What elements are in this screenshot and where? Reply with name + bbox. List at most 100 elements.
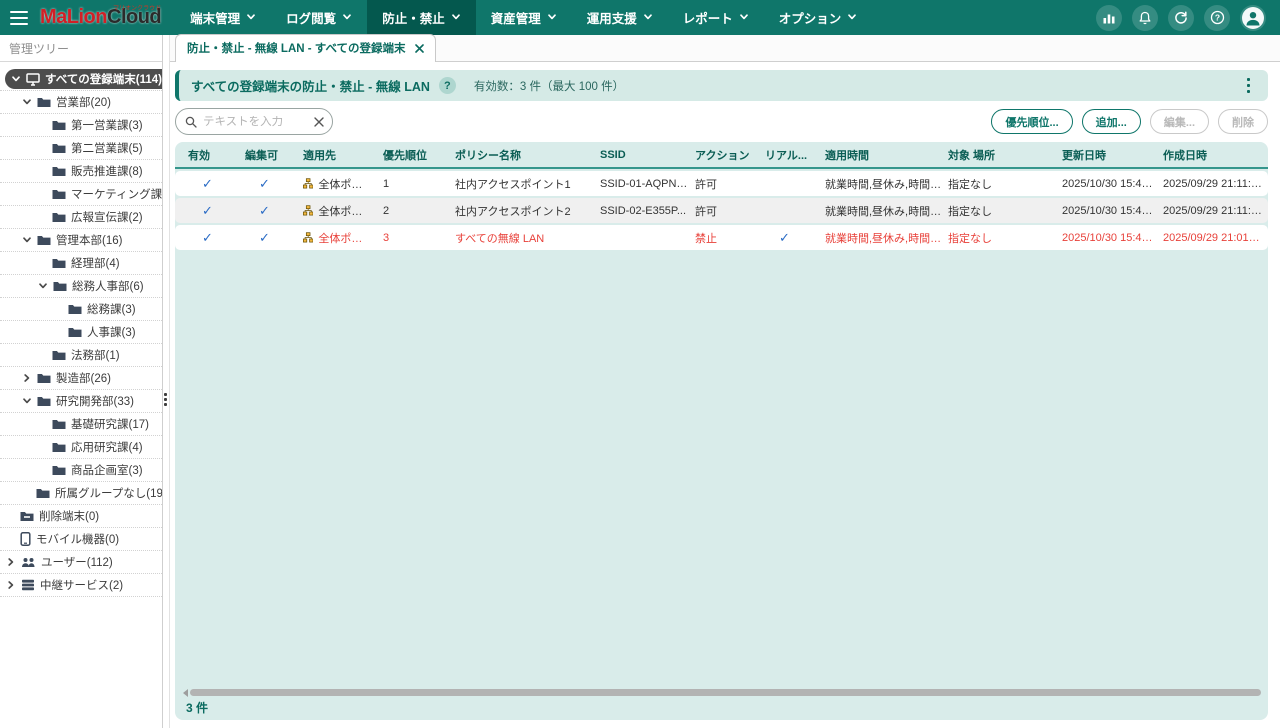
nav-item-label: ログ閲覧 — [286, 8, 336, 27]
tree-item-15[interactable]: 基礎研究課(17) — [0, 413, 162, 436]
folder-icon — [52, 119, 66, 131]
column-header-1[interactable]: 編集可 — [245, 147, 303, 163]
tab-close-icon[interactable] — [415, 44, 424, 53]
tab-wireless-lan[interactable]: 防止・禁止 - 無線 LAN - すべての登録端末 — [175, 34, 436, 62]
tree-item-19[interactable]: 削除端末(0) — [0, 505, 162, 528]
tree-item-11[interactable]: 人事課(3) — [0, 321, 162, 344]
tree-item-7[interactable]: 管理本部(16) — [0, 229, 162, 252]
tree-item-22[interactable]: 中継サービス(2) — [0, 574, 162, 597]
updated-cell: 2025/10/30 15:46:19 — [1062, 178, 1163, 190]
chevron-down-icon[interactable] — [22, 97, 32, 107]
table-row-0[interactable]: ✓✓全体ポリシー1社内アクセスポイント1SSID-01-AQPNN...許可就業… — [175, 171, 1268, 196]
column-header-6[interactable]: アクション — [695, 147, 765, 163]
chevron-down-icon[interactable] — [38, 281, 48, 291]
column-header-11[interactable]: 作成日時 — [1163, 147, 1268, 163]
scrollbar-thumb[interactable] — [190, 689, 1261, 696]
horizontal-scrollbar[interactable] — [183, 688, 1261, 697]
logo-part1: MaLion — [40, 6, 107, 29]
column-header-7[interactable]: リアル... — [765, 147, 825, 163]
tree-item-label: 第一営業課(3) — [71, 117, 143, 133]
bar-chart-icon[interactable] — [1096, 5, 1122, 31]
hamburger-menu-icon[interactable] — [0, 0, 34, 35]
folder-icon — [37, 234, 51, 246]
sidebar: 管理ツリー すべての登録端末(114) 営業部(20) 第一営業課(3) 第二営業課(… — [0, 35, 163, 728]
tree-item-16[interactable]: 応用研究課(4) — [0, 436, 162, 459]
tree-item-8[interactable]: 経理部(4) — [0, 252, 162, 275]
table-row-1[interactable]: ✓✓全体ポリシー2社内アクセスポイント2SSID-02-E355P...許可就業… — [175, 198, 1268, 223]
management-tree: すべての登録端末(114) 営業部(20) 第一営業課(3) 第二営業課(5)販売推進… — [0, 62, 162, 597]
location-cell: 指定なし — [948, 230, 1062, 246]
chevron-right-icon[interactable] — [6, 557, 16, 567]
nav-item-3[interactable]: 資産管理 — [476, 0, 572, 35]
action-button-0[interactable]: 優先順位... — [991, 109, 1072, 134]
folder-icon — [52, 418, 66, 430]
table-header-row: 有効編集可適用先優先順位ポリシー名称SSIDアクションリアル...適用時間対象 … — [175, 142, 1268, 167]
tree-item-label: 営業部(20) — [56, 94, 111, 110]
help-icon[interactable]: ? — [1204, 5, 1230, 31]
tree-item-3[interactable]: 第二営業課(5) — [0, 137, 162, 160]
tree-item-13[interactable]: 製造部(26) — [0, 367, 162, 390]
search-clear-icon[interactable] — [314, 117, 324, 127]
help-icon[interactable]: ? — [439, 77, 456, 94]
table-row-2[interactable]: ✓✓全体ポリシー3すべての無線 LAN禁止✓就業時間,昼休み,時間外,休日指定な… — [175, 225, 1268, 250]
splitter-grip-icon[interactable] — [164, 393, 167, 406]
sidebar-splitter[interactable] — [163, 35, 170, 728]
folder-icon — [37, 372, 51, 384]
chevron-down-icon — [451, 11, 461, 25]
tree-item-5[interactable]: マーケティング課(2) — [0, 183, 162, 206]
panel-menu-kebab-icon[interactable] — [1241, 74, 1257, 98]
content-area: 防止・禁止 - 無線 LAN - すべての登録端末 すべての登録端末の防止・禁止… — [170, 35, 1280, 728]
column-header-3[interactable]: 優先順位 — [383, 147, 455, 163]
scope-cell: 全体ポリシー — [303, 230, 383, 246]
nav-item-1[interactable]: ログ閲覧 — [271, 0, 367, 35]
column-header-0[interactable]: 有効 — [188, 147, 245, 163]
column-header-4[interactable]: ポリシー名称 — [455, 147, 600, 163]
column-header-9[interactable]: 対象 場所 — [948, 147, 1062, 163]
folder-icon — [52, 257, 66, 269]
tree-item-21[interactable]: ユーザー(112) — [0, 551, 162, 574]
chevron-down-icon — [643, 11, 653, 25]
column-header-8[interactable]: 適用時間 — [825, 147, 948, 163]
nav-item-4[interactable]: 運用支援 — [572, 0, 668, 35]
tree-item-12[interactable]: 法務部(1) — [0, 344, 162, 367]
tree-item-0[interactable]: すべての登録端末(114) — [0, 68, 162, 91]
tree-item-4[interactable]: 販売推進課(8) — [0, 160, 162, 183]
tree-item-label: 法務部(1) — [71, 347, 120, 363]
column-header-10[interactable]: 更新日時 — [1062, 147, 1163, 163]
action-cell: 許可 — [695, 176, 765, 192]
search-input[interactable] — [203, 116, 308, 128]
chevron-down-icon[interactable] — [11, 74, 21, 84]
chevron-down-icon[interactable] — [22, 396, 32, 406]
nav-item-2[interactable]: 防止・禁止 — [367, 0, 476, 35]
tree-item-17[interactable]: 商品企画室(3) — [0, 459, 162, 482]
tree-item-6[interactable]: 広報宣伝課(2) — [0, 206, 162, 229]
tree-item-2[interactable]: 第一営業課(3) — [0, 114, 162, 137]
chevron-down-icon[interactable] — [22, 235, 32, 245]
refresh-icon[interactable] — [1168, 5, 1194, 31]
scroll-left-arrow-icon[interactable] — [183, 689, 188, 697]
tree-item-14[interactable]: 研究開発部(33) — [0, 390, 162, 413]
created-cell: 2025/09/29 21:11:38 — [1163, 205, 1268, 217]
sidebar-title: 管理ツリー — [0, 35, 162, 62]
tree-item-label: 広報宣伝課(2) — [71, 209, 143, 225]
bell-icon[interactable] — [1132, 5, 1158, 31]
tree-item-1[interactable]: 営業部(20) — [0, 91, 162, 114]
schedule-cell: 就業時間,昼休み,時間外,休日 — [825, 176, 948, 192]
nav-item-label: 防止・禁止 — [382, 8, 445, 27]
tree-item-10[interactable]: 総務課(3) — [0, 298, 162, 321]
enabled-check-icon: ✓ — [188, 176, 245, 192]
tree-item-9[interactable]: 総務人事部(6) — [0, 275, 162, 298]
tree-item-20[interactable]: モバイル機器(0) — [0, 528, 162, 551]
chevron-right-icon[interactable] — [6, 580, 16, 590]
action-button-1[interactable]: 追加... — [1082, 109, 1141, 134]
nav-item-0[interactable]: 端末管理 — [175, 0, 271, 35]
selected-tree-node[interactable]: すべての登録端末(114) — [5, 69, 162, 89]
column-header-2[interactable]: 適用先 — [303, 147, 383, 163]
tree-item-label: 削除端末(0) — [39, 508, 99, 524]
chevron-right-icon[interactable] — [22, 373, 32, 383]
column-header-5[interactable]: SSID — [600, 149, 695, 161]
tree-item-18[interactable]: 所属グループなし(19) — [0, 482, 162, 505]
nav-item-5[interactable]: レポート — [668, 0, 764, 35]
nav-item-6[interactable]: オプション — [764, 0, 873, 35]
user-icon[interactable] — [1240, 5, 1266, 31]
